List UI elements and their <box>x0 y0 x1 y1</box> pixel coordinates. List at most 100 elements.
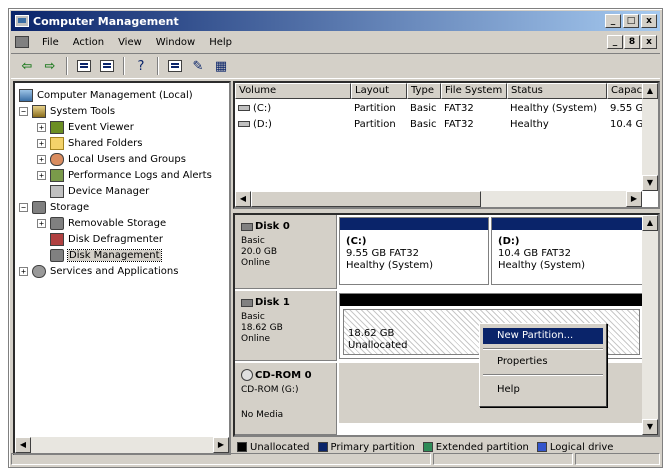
computer-management-window: Computer Management _ □ x File Action Vi… <box>8 8 663 468</box>
legend-label: Unallocated <box>250 441 310 453</box>
legend-item: Primary partition <box>317 442 415 453</box>
toolbox-icon <box>32 104 46 118</box>
col-type[interactable]: Type <box>407 83 441 99</box>
console-tree: Computer Management (Local) − System Too… <box>13 81 231 455</box>
menu-separator <box>483 348 603 350</box>
tree-item-event-viewer[interactable]: + Event Viewer <box>37 119 134 135</box>
menu-view[interactable]: View <box>111 37 149 48</box>
collapse-toggle[interactable]: − <box>19 106 28 116</box>
scroll-right-button[interactable]: ▶ <box>626 191 642 207</box>
disk-name: Disk 1 <box>255 297 290 308</box>
tree-horizontal-scrollbar[interactable]: ◀ ▶ <box>15 437 229 453</box>
up-folder-icon[interactable] <box>74 56 94 76</box>
legend-item: Logical drive <box>536 442 613 453</box>
legend-label: Extended partition <box>435 441 529 453</box>
expand-toggle[interactable]: + <box>37 170 46 180</box>
disk-0-label[interactable]: Disk 0 Basic 20.0 GB Online <box>235 215 337 289</box>
scroll-left-button[interactable]: ◀ <box>235 191 251 207</box>
scroll-thumb[interactable] <box>251 191 481 207</box>
volume-vertical-scrollbar[interactable]: ▲ ▼ <box>642 83 658 191</box>
forward-arrow-icon[interactable]: ⇨ <box>40 56 60 76</box>
menu-item-new-partition[interactable]: New Partition... <box>483 328 603 344</box>
storage-icon <box>32 200 46 214</box>
expand-toggle[interactable]: + <box>37 218 46 228</box>
toolbar-separator <box>157 57 159 75</box>
mdi-restore-button[interactable]: 8 <box>624 35 640 49</box>
tree-item-root[interactable]: Computer Management (Local) <box>19 87 193 103</box>
tree-label: Disk Defragmenter <box>68 233 164 245</box>
disk-1-label[interactable]: Disk 1 Basic 18.62 GB Online <box>235 291 337 361</box>
volume-list: Volume Layout Type File System Status Ca… <box>233 81 660 209</box>
back-arrow-icon[interactable]: ⇦ <box>17 56 37 76</box>
menu-file[interactable]: File <box>35 37 66 48</box>
volume-type: Basic <box>410 119 437 130</box>
expand-toggle[interactable]: + <box>37 138 46 148</box>
tree-item-device-manager[interactable]: Device Manager <box>50 183 149 199</box>
minimize-button[interactable]: _ <box>605 14 621 28</box>
legend-item: Unallocated <box>237 442 310 453</box>
close-button[interactable]: x <box>641 14 657 28</box>
partition-name: (C:) <box>346 236 367 247</box>
menu-window[interactable]: Window <box>149 37 202 48</box>
services-icon <box>32 264 46 278</box>
menu-action[interactable]: Action <box>66 37 111 48</box>
show-tree-icon[interactable] <box>97 56 117 76</box>
disk-name: Disk 0 <box>255 221 290 232</box>
col-status[interactable]: Status <box>507 83 607 99</box>
refresh-icon[interactable]: ✎ <box>188 56 208 76</box>
system-menu-icon[interactable] <box>15 36 29 48</box>
scroll-down-button[interactable]: ▼ <box>642 419 658 435</box>
expand-toggle[interactable]: + <box>37 154 46 164</box>
tree-item-removable-storage[interactable]: + Removable Storage <box>37 215 166 231</box>
scroll-left-button[interactable]: ◀ <box>15 437 31 453</box>
disk-vertical-scrollbar[interactable]: ▲ ▼ <box>642 215 658 435</box>
partition-name: (D:) <box>498 236 520 247</box>
scroll-right-button[interactable]: ▶ <box>213 437 229 453</box>
tree-label: Disk Management <box>67 248 162 262</box>
users-icon <box>50 152 64 166</box>
menu-item-properties[interactable]: Properties <box>483 354 603 370</box>
partition-d[interactable]: (D:) 10.4 GB FAT32 Healthy (System) <box>491 217 644 285</box>
expand-toggle[interactable]: + <box>37 122 46 132</box>
table-row[interactable]: (D:) Partition Basic FAT32 Healthy 10.4 … <box>235 117 647 133</box>
tree-item-storage[interactable]: − Storage <box>19 199 89 215</box>
tree-item-local-users[interactable]: + Local Users and Groups <box>37 151 186 167</box>
cdrom-0-label[interactable]: CD-ROM 0 CD-ROM (G:) No Media <box>235 363 337 435</box>
collapse-toggle[interactable]: − <box>19 202 28 212</box>
volume-horizontal-scrollbar[interactable]: ◀ ▶ <box>235 191 642 207</box>
table-row[interactable]: (C:) Partition Basic FAT32 Healthy (Syst… <box>235 101 647 117</box>
menu-help[interactable]: Help <box>202 37 239 48</box>
volume-status: Healthy (System) <box>510 103 598 114</box>
primary-partition-bar <box>340 218 488 230</box>
tree-item-perf-logs[interactable]: + Performance Logs and Alerts <box>37 167 212 183</box>
scroll-up-button[interactable]: ▲ <box>642 215 658 231</box>
title-bar[interactable]: Computer Management _ □ x <box>11 11 660 31</box>
tree-label: Computer Management (Local) <box>37 89 193 101</box>
export-icon[interactable]: ▦ <box>211 56 231 76</box>
volume-capacity: 10.4 G <box>610 119 644 130</box>
toolbar-separator <box>66 57 68 75</box>
menu-separator <box>483 374 603 376</box>
partition-c[interactable]: (C:) 9.55 GB FAT32 Healthy (System) <box>339 217 489 285</box>
tree-item-shared-folders[interactable]: + Shared Folders <box>37 135 143 151</box>
tree-item-system-tools[interactable]: − System Tools <box>19 103 115 119</box>
mdi-close-button[interactable]: x <box>641 35 657 49</box>
properties-icon[interactable] <box>165 56 185 76</box>
tree-label: Storage <box>50 201 90 213</box>
mdi-minimize-button[interactable]: _ <box>607 35 623 49</box>
scroll-down-button[interactable]: ▼ <box>642 175 658 191</box>
maximize-button[interactable]: □ <box>623 14 639 28</box>
tree-item-disk-management[interactable]: Disk Management <box>50 247 162 263</box>
menu-item-help[interactable]: Help <box>483 382 603 398</box>
col-file-system[interactable]: File System <box>441 83 507 99</box>
status-bar <box>11 453 660 465</box>
scroll-up-button[interactable]: ▲ <box>642 83 658 99</box>
help-icon[interactable]: ? <box>131 56 151 76</box>
tree-item-disk-defragmenter[interactable]: Disk Defragmenter <box>50 231 163 247</box>
disk-icon <box>241 222 253 231</box>
tree-item-services[interactable]: + Services and Applications <box>19 263 178 279</box>
col-volume[interactable]: Volume <box>235 83 351 99</box>
col-layout[interactable]: Layout <box>351 83 407 99</box>
expand-toggle[interactable]: + <box>19 266 28 276</box>
legend-swatch <box>237 442 247 452</box>
